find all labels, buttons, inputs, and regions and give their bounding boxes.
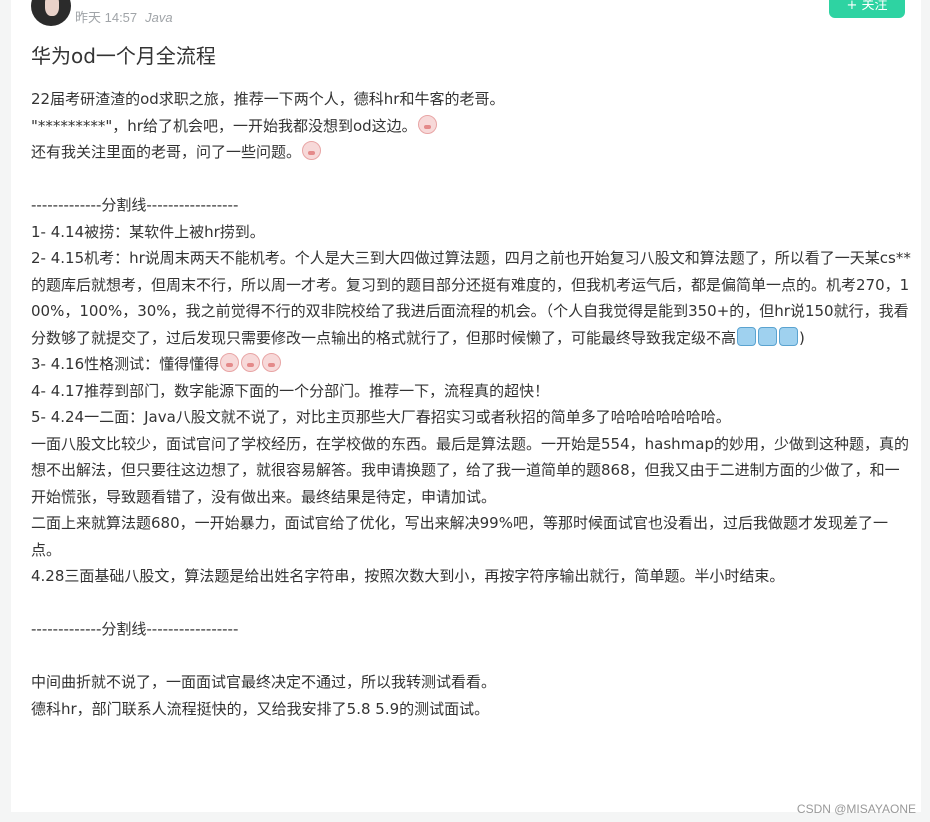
post-paragraph: 二面上来就算法题680，一开始暴力，面试官给了优化，写出来解决99%吧，等那时候…	[31, 510, 911, 563]
post-paragraph	[31, 166, 911, 193]
paragraph-text: 4- 4.17推荐到部门，数字能源下面的一个分部门。推荐一下，流程真的超快！	[31, 381, 550, 400]
post-title: 华为od一个月全流程	[31, 44, 216, 68]
post-paragraph: 还有我关注里面的老哥，问了一些问题。	[31, 139, 911, 166]
crying-emoji-icon	[779, 326, 799, 346]
post-meta: 昨天 14:57 Java	[75, 7, 173, 26]
post-card: 昨天 14:57 Java + 关注 华为od一个月全流程 22届考研渣渣的od求…	[11, 0, 921, 812]
post-time: 昨天 14:57	[75, 10, 138, 25]
post-paragraph	[31, 643, 911, 670]
watermark: CSDN @MISAYAONE	[796, 802, 916, 816]
paragraph-text: 德科hr，部门联系人流程挺快的，又给我安排了5.8 5.9的测试面试。	[31, 699, 490, 718]
post-paragraph: -------------分割线-----------------	[31, 616, 911, 643]
post-paragraph: "*********"，hr给了机会吧，一开始我都没想到od这边。	[31, 113, 911, 140]
post-paragraph: 德科hr，部门联系人流程挺快的，又给我安排了5.8 5.9的测试面试。	[31, 696, 911, 723]
paragraph-text: 中间曲折就不说了，一面面试官最终决定不通过，所以我转测试看看。	[31, 673, 497, 691]
post-paragraph: 22届考研渣渣的od求职之旅，推荐一下两个人，德科hr和牛客的老哥。	[31, 86, 911, 113]
paragraph-text: 二面上来就算法题680，一开始暴力，面试官给了优化，写出来解决99%吧，等那时候…	[31, 514, 888, 559]
paragraph-text: 一面八股文比较少，面试官问了学校经历，在学校做的东西。最后是算法题。一开始是55…	[31, 434, 909, 506]
pig-emoji-icon	[302, 141, 322, 160]
follow-button[interactable]: + 关注	[829, 0, 905, 18]
pig-emoji-icon	[241, 353, 261, 372]
post-paragraph	[31, 590, 911, 617]
paragraph-text: 还有我关注里面的老哥，问了一些问题。	[31, 143, 302, 161]
post-paragraph: 2- 4.15机考：hr说周末两天不能机考。个人是大三到大四做过算法题，四月之前…	[31, 245, 911, 351]
crying-emoji-icon	[737, 326, 757, 346]
pig-emoji-icon	[262, 353, 282, 372]
paragraph-text: 4.28三面基础八股文，算法题是给出姓名字符串，按照次数大到小，再按字符序输出就…	[31, 567, 785, 585]
post-paragraph: 5- 4.24一二面：Java八股文就不说了，对比主页那些大厂春招实习或者秋招的…	[31, 404, 911, 431]
paragraph-text: -------------分割线-----------------	[31, 196, 239, 214]
pig-emoji-icon	[417, 114, 437, 134]
paragraph-text: -------------分割线-----------------	[31, 620, 239, 638]
paragraph-text: 5- 4.24一二面：Java八股文就不说了，对比主页那些大厂春招实习或者秋招的…	[31, 408, 731, 426]
post-paragraph: 4.28三面基础八股文，算法题是给出姓名字符串，按照次数大到小，再按字符序输出就…	[31, 563, 911, 590]
paragraph-text: 3- 4.16性格测试：懂得懂得	[31, 355, 220, 373]
paragraph-text: "*********"，hr给了机会吧，一开始我都没想到od这边。	[31, 116, 417, 135]
post-paragraph: -------------分割线-----------------	[31, 192, 911, 219]
paragraph-suffix: )	[799, 328, 805, 347]
paragraph-text: 1- 4.14被捞：某软件上被hr捞到。	[31, 222, 265, 241]
post-tag[interactable]: Java	[145, 10, 172, 25]
post-paragraph: 1- 4.14被捞：某软件上被hr捞到。	[31, 219, 911, 246]
avatar[interactable]	[31, 0, 71, 26]
paragraph-text: 22届考研渣渣的od求职之旅，推荐一下两个人，德科hr和牛客的老哥。	[31, 90, 505, 108]
post-paragraph: 中间曲折就不说了，一面面试官最终决定不通过，所以我转测试看看。	[31, 669, 911, 696]
pig-emoji-icon	[220, 353, 240, 372]
post-paragraph: 一面八股文比较少，面试官问了学校经历，在学校做的东西。最后是算法题。一开始是55…	[31, 431, 911, 511]
crying-emoji-icon	[758, 326, 778, 346]
post-body: 22届考研渣渣的od求职之旅，推荐一下两个人，德科hr和牛客的老哥。 "*****…	[31, 86, 911, 722]
post-paragraph: 3- 4.16性格测试：懂得懂得	[31, 351, 911, 378]
post-paragraph: 4- 4.17推荐到部门，数字能源下面的一个分部门。推荐一下，流程真的超快！	[31, 378, 911, 405]
